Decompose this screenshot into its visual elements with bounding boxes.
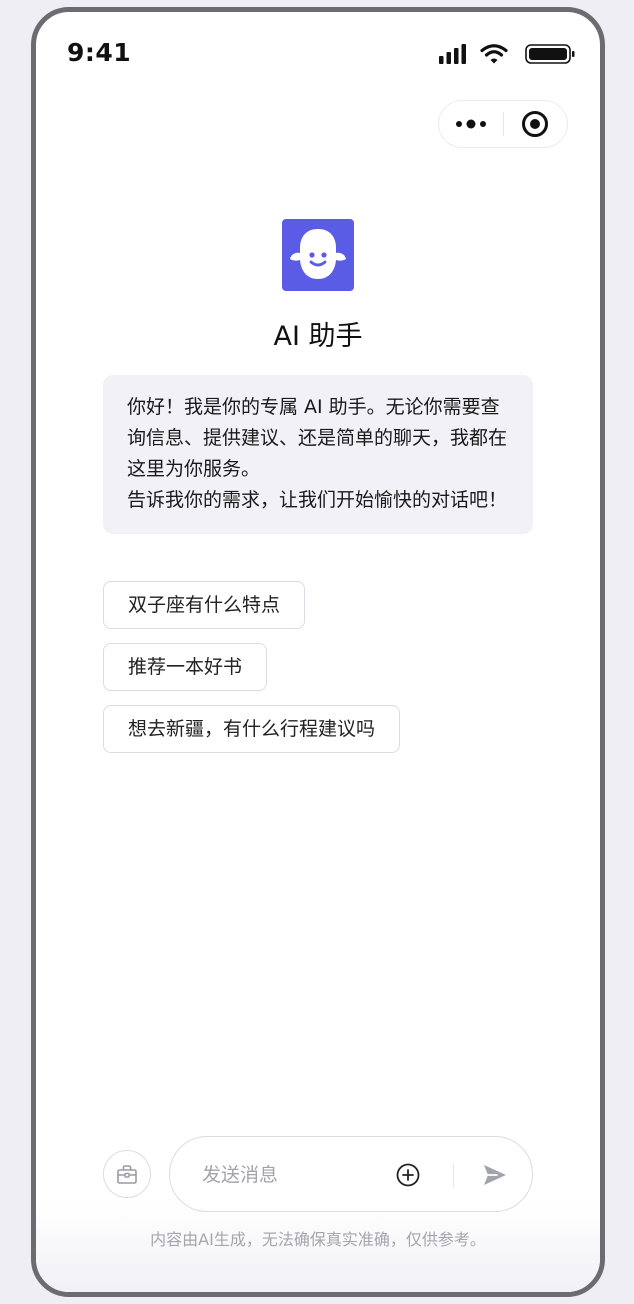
assistant-name: AI 助手	[273, 321, 363, 352]
greeting-bubble: 你好！我是你的专属 AI 助手。无论你需要查询信息、提供建议、还是简单的聊天，我…	[103, 375, 533, 534]
input-divider	[453, 1163, 454, 1187]
more-button[interactable]	[439, 101, 503, 147]
target-circle-icon	[522, 111, 549, 137]
more-dots-icon	[455, 119, 486, 129]
phone-frame: 9:41 AI 助手 你好！我是你的专属 AI 助手。无论你需要查询信息、提供建…	[31, 7, 605, 1297]
greeting-text: 你好！我是你的专属 AI 助手。无论你需要查询信息、提供建议、还是简单的聊天，我…	[127, 396, 508, 480]
plus-circle-icon	[396, 1163, 420, 1187]
app-screen: 9:41 AI 助手 你好！我是你的专属 AI 助手。无论你需要查询信息、提供建…	[36, 12, 600, 1292]
signal-wifi-battery-icon	[439, 44, 575, 64]
ghost-icon	[290, 229, 346, 279]
suggestion-chip[interactable]: 推荐一本好书	[103, 643, 268, 691]
suggestion-chip[interactable]: 想去新疆，有什么行程建议吗	[103, 705, 401, 753]
status-icons	[439, 42, 579, 66]
send-button[interactable]	[480, 1160, 510, 1190]
assistant-avatar	[282, 219, 354, 291]
send-arrow-icon	[484, 1165, 506, 1185]
toolbox-icon	[117, 1165, 137, 1184]
close-button[interactable]	[504, 101, 568, 147]
message-input-box	[169, 1136, 533, 1213]
suggestion-chip[interactable]: 双子座有什么特点	[103, 581, 306, 629]
greeting-text-2: 告诉我你的需求，让我们开始愉快的对话吧！	[127, 489, 508, 511]
capsule-menu	[438, 100, 568, 148]
message-input[interactable]	[200, 1137, 384, 1213]
add-button[interactable]	[394, 1161, 422, 1189]
ai-disclaimer: 内容由AI生成，无法确保真实准确，仅供参考。	[150, 1230, 486, 1249]
toolbox-button[interactable]	[103, 1150, 151, 1198]
status-time: 9:41	[67, 38, 132, 67]
